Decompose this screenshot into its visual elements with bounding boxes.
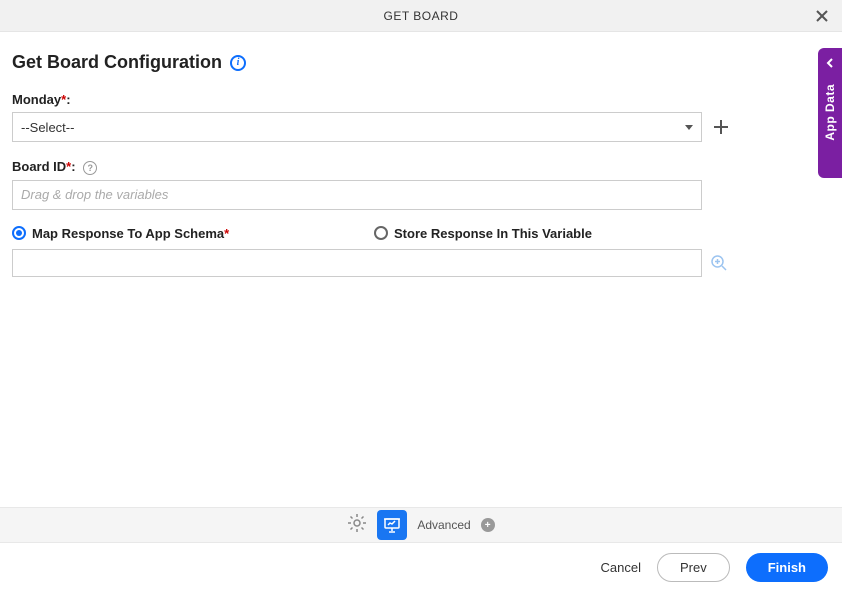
- advanced-add-button[interactable]: +: [481, 518, 495, 532]
- monday-label: Monday*:: [12, 92, 71, 107]
- finish-button[interactable]: Finish: [746, 553, 828, 582]
- dialog-footer: Cancel Prev Finish: [0, 543, 842, 591]
- schema-row: [12, 249, 830, 277]
- required-asterisk: *: [224, 226, 229, 241]
- presentation-icon: [383, 516, 401, 534]
- close-icon: [815, 9, 829, 23]
- schema-zoom-button[interactable]: [710, 254, 728, 272]
- chevron-left-icon: [825, 58, 835, 68]
- add-monday-button[interactable]: [710, 116, 732, 138]
- settings-button[interactable]: [347, 513, 367, 538]
- bottom-toolbar: Advanced +: [0, 507, 842, 543]
- store-variable-label: Store Response In This Variable: [394, 226, 592, 241]
- monday-select-value: --Select--: [21, 120, 74, 135]
- board-id-label: Board ID*: ?: [12, 159, 97, 175]
- presentation-button[interactable]: [377, 510, 407, 540]
- info-icon[interactable]: i: [230, 55, 246, 71]
- advanced-label: Advanced: [417, 518, 470, 532]
- chevron-down-icon: [685, 125, 693, 130]
- monday-field-row: --Select--: [12, 112, 830, 142]
- board-id-input[interactable]: [12, 180, 702, 210]
- required-asterisk: *: [66, 159, 71, 174]
- map-schema-label: Map Response To App Schema*: [32, 226, 229, 241]
- radio-checked-icon: [12, 226, 26, 240]
- magnify-plus-icon: [710, 254, 728, 272]
- gear-icon: [347, 513, 367, 533]
- board-id-field-group: Board ID*: ?: [12, 158, 830, 210]
- close-button[interactable]: [812, 6, 832, 26]
- app-data-label: App Data: [823, 84, 837, 141]
- schema-input[interactable]: [12, 249, 702, 277]
- content-area: Get Board Configuration i Monday*: --Sel…: [0, 32, 842, 277]
- page-title: Get Board Configuration: [12, 52, 222, 73]
- radio-unchecked-icon: [374, 226, 388, 240]
- plus-icon: [712, 118, 730, 136]
- store-variable-radio[interactable]: Store Response In This Variable: [374, 226, 592, 241]
- map-schema-radio[interactable]: Map Response To App Schema*: [12, 226, 374, 241]
- required-asterisk: *: [61, 92, 66, 107]
- dialog-title: GET BOARD: [384, 9, 459, 23]
- cancel-button[interactable]: Cancel: [601, 560, 641, 575]
- dialog-header: GET BOARD: [0, 0, 842, 32]
- board-id-field-row: [12, 180, 830, 210]
- monday-field-group: Monday*: --Select--: [12, 91, 830, 142]
- page-title-row: Get Board Configuration i: [12, 52, 830, 73]
- help-icon[interactable]: ?: [83, 161, 97, 175]
- prev-button[interactable]: Prev: [657, 553, 730, 582]
- app-data-panel-toggle[interactable]: App Data: [818, 48, 842, 178]
- monday-select[interactable]: --Select--: [12, 112, 702, 142]
- response-radio-row: Map Response To App Schema* Store Respon…: [12, 226, 830, 241]
